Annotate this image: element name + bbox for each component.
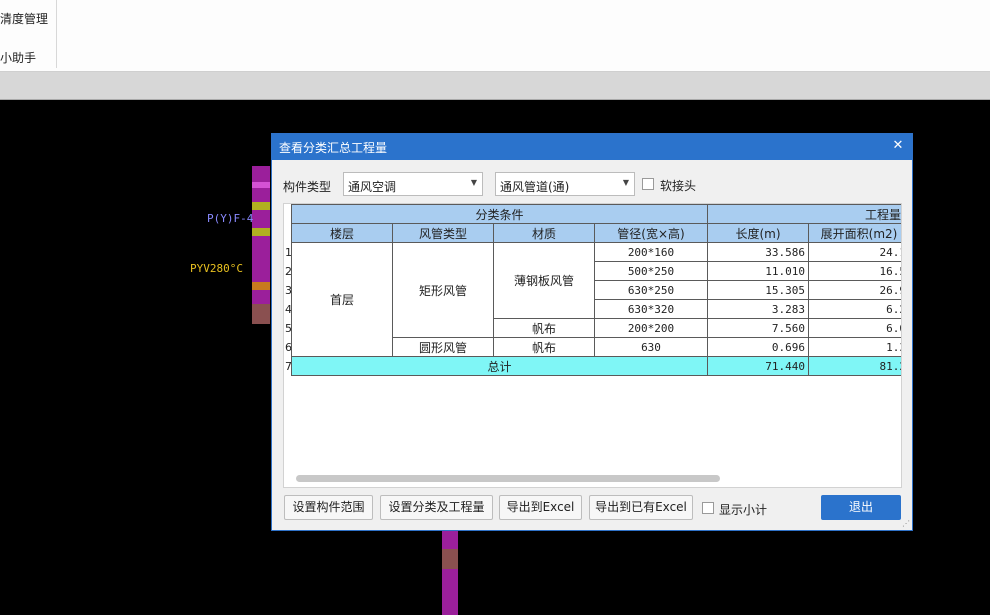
cell-length[interactable]: 33.586 <box>707 242 809 262</box>
chevron-down-icon: ▼ <box>470 178 477 187</box>
secondary-toolbar <box>0 72 990 100</box>
cell-material-canvas[interactable]: 帆布 <box>493 318 595 338</box>
cell-total-label[interactable]: 总计 <box>291 356 708 376</box>
chevron-down-icon: ▼ <box>622 178 629 187</box>
cell-size[interactable]: 200*160 <box>594 242 708 262</box>
component-type-value: 通风空调 <box>348 180 397 194</box>
table-row[interactable]: 首层 矩形风管 薄钢板风管 200*160 33.586 24.1 <box>291 242 901 357</box>
component-type-label: 构件类型 <box>283 180 332 194</box>
duct-segment-bottom[interactable] <box>442 531 458 615</box>
cell-length[interactable]: 0.696 <box>707 337 809 357</box>
duct-taper <box>252 304 270 324</box>
cell-area[interactable]: 16.5 <box>808 261 901 281</box>
cell-total-area[interactable]: 81.2 <box>808 356 901 376</box>
column-header-area[interactable]: 展开面积(m2) <box>808 223 901 243</box>
duct-fitting-mid <box>252 202 270 210</box>
cell-size[interactable]: 500*250 <box>594 261 708 281</box>
set-component-range-button[interactable]: 设置构件范围 <box>284 495 373 520</box>
header-quantity: 工程量 <box>707 204 901 224</box>
cad-label-pyf: P(Y)F-4 <box>207 212 254 225</box>
cad-label-pyv: PYV280°C <box>190 262 243 275</box>
flexible-joint-label: 软接头 <box>660 179 697 193</box>
header-classification: 分类条件 <box>291 204 708 224</box>
quantity-grid[interactable]: 1 2 3 4 5 6 7 分类条件 工程量 楼层 风管类型 材质 管径(宽×高… <box>283 203 902 488</box>
show-subtotal-checkbox[interactable] <box>702 502 714 514</box>
summary-dialog: 查看分类汇总工程量 ✕ 构件类型 通风空调 ▼ 通风管道(通) ▼ 软接头 1 … <box>271 133 913 531</box>
component-subtype-value: 通风管道(通) <box>500 180 570 194</box>
column-header-duct-type[interactable]: 风管类型 <box>392 223 494 243</box>
total-row[interactable]: 总计 71.440 81.2 <box>291 356 901 376</box>
cell-area[interactable]: 1.3 <box>808 337 901 357</box>
close-icon[interactable]: ✕ <box>890 137 906 155</box>
duct-fitting-top <box>252 182 270 188</box>
resize-grip-icon[interactable]: ⋰ <box>902 520 910 528</box>
header-group-row: 分类条件 工程量 <box>291 204 901 224</box>
flexible-joint-checkbox[interactable] <box>642 178 654 190</box>
column-header-material[interactable]: 材质 <box>493 223 595 243</box>
cell-length[interactable]: 15.305 <box>707 280 809 300</box>
cell-area[interactable]: 6.2 <box>808 299 901 319</box>
cell-length[interactable]: 11.010 <box>707 261 809 281</box>
duct-fitting-mid2 <box>252 228 270 236</box>
cell-area[interactable]: 6.0 <box>808 318 901 338</box>
cell-size[interactable]: 630*320 <box>594 299 708 319</box>
exit-button[interactable]: 退出 <box>821 495 901 520</box>
export-excel-button[interactable]: 导出到Excel <box>499 495 582 520</box>
header-column-row: 楼层 风管类型 材质 管径(宽×高) 长度(m) 展开面积(m2) <box>291 223 901 243</box>
column-header-size[interactable]: 管径(宽×高) <box>594 223 708 243</box>
cell-size[interactable]: 630 <box>594 337 708 357</box>
cell-size[interactable]: 200*200 <box>594 318 708 338</box>
show-subtotal-label: 显示小计 <box>719 503 768 517</box>
duct-fitting-low <box>252 282 270 290</box>
cell-area[interactable]: 24.1 <box>808 242 901 262</box>
cell-duct-type-round[interactable]: 圆形风管 <box>392 337 494 357</box>
duct-fitting-bottom <box>442 549 458 569</box>
set-classification-button[interactable]: 设置分类及工程量 <box>380 495 493 520</box>
ribbon: 清度管理 小助手 <box>0 0 990 72</box>
cell-total-length[interactable]: 71.440 <box>707 356 809 376</box>
cell-area[interactable]: 26.9 <box>808 280 901 300</box>
cell-material-canvas[interactable]: 帆布 <box>493 337 595 357</box>
column-header-floor[interactable]: 楼层 <box>291 223 393 243</box>
cell-material-thin-steel[interactable]: 薄钢板风管 <box>493 242 595 319</box>
cell-length[interactable]: 3.283 <box>707 299 809 319</box>
ribbon-divider <box>56 0 57 68</box>
export-existing-excel-button[interactable]: 导出到已有Excel <box>589 495 693 520</box>
cell-size[interactable]: 630*250 <box>594 280 708 300</box>
cell-floor[interactable]: 首层 <box>291 242 393 357</box>
component-type-select[interactable]: 通风空调 ▼ <box>343 172 483 196</box>
dialog-title: 查看分类汇总工程量 <box>279 141 388 155</box>
cell-duct-type-rect[interactable]: 矩形风管 <box>392 242 494 338</box>
dialog-title-bar[interactable]: 查看分类汇总工程量 ✕ <box>272 134 912 160</box>
cell-length[interactable]: 7.560 <box>707 318 809 338</box>
column-header-length[interactable]: 长度(m) <box>707 223 809 243</box>
ribbon-item-assistant[interactable]: 小助手 <box>0 49 36 66</box>
ribbon-item-quantity-management[interactable]: 清度管理 <box>0 10 48 27</box>
horizontal-scrollbar[interactable] <box>296 475 720 482</box>
quantity-table: 分类条件 工程量 楼层 风管类型 材质 管径(宽×高) 长度(m) 展开面积(m… <box>291 204 901 376</box>
component-subtype-select[interactable]: 通风管道(通) ▼ <box>495 172 635 196</box>
